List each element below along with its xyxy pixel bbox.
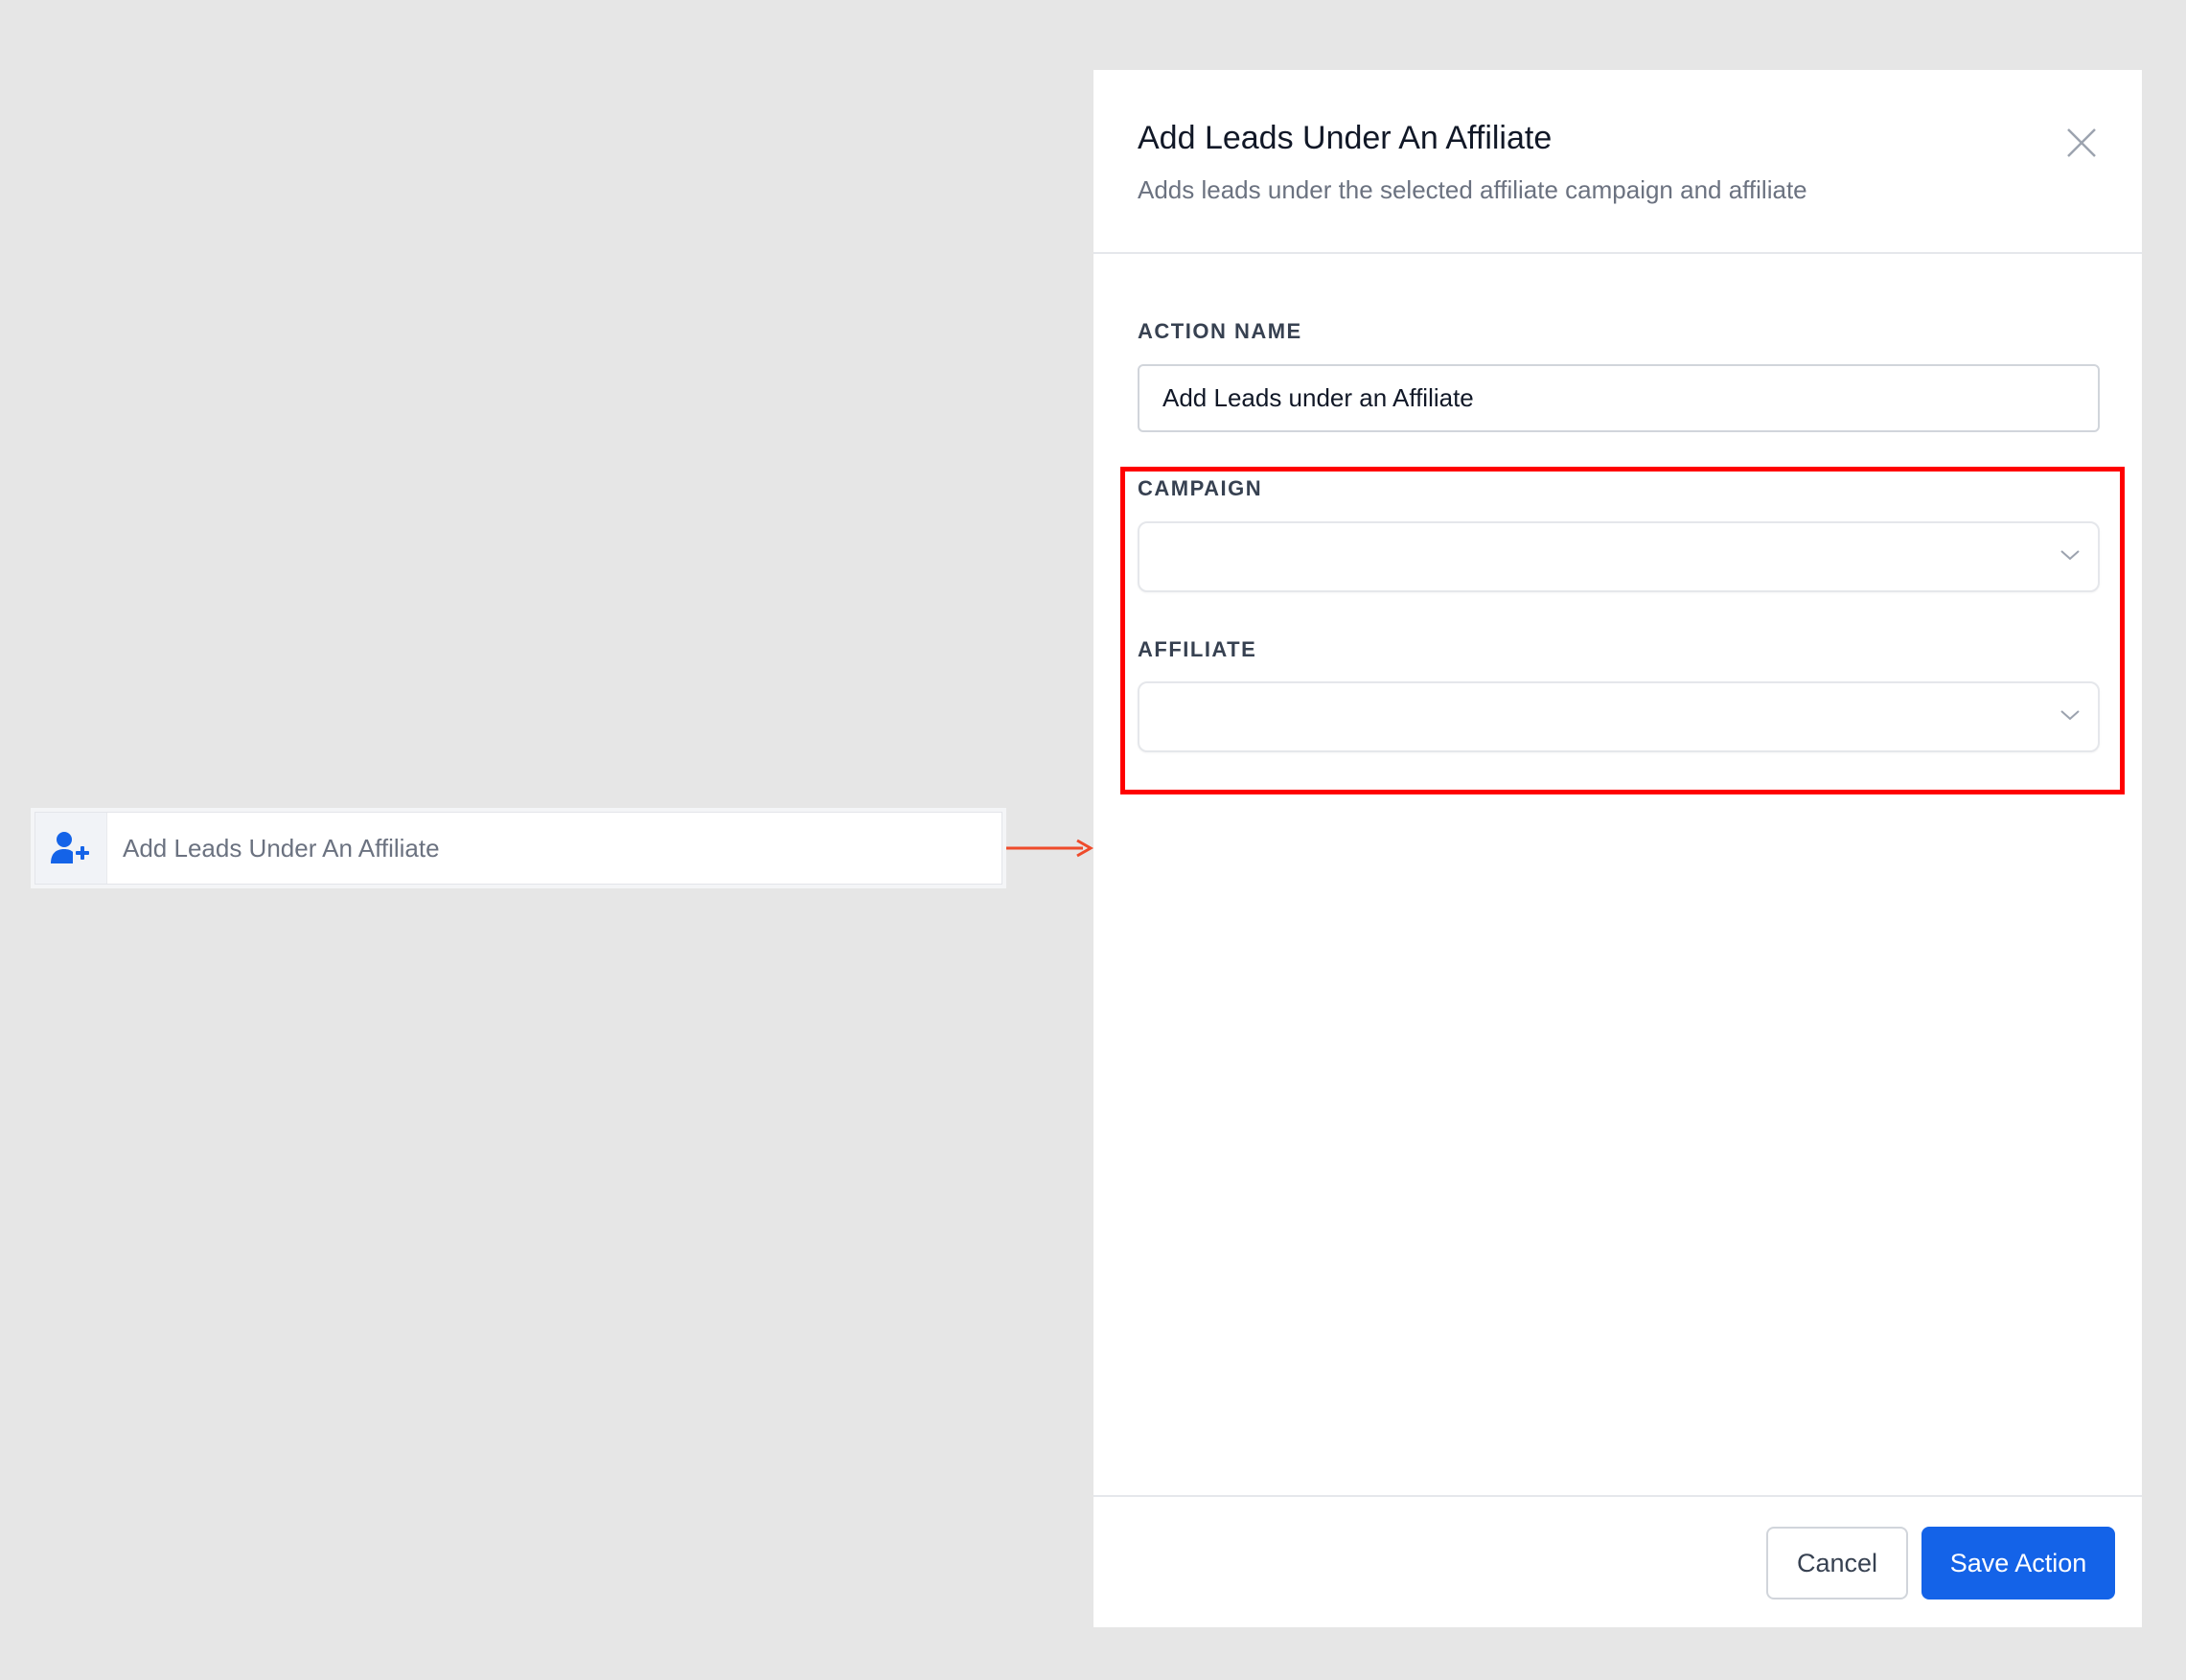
action-name-label: ACTION NAME [1138,319,1302,343]
action-item-card[interactable]: Add Leads Under An Affiliate [31,808,1006,888]
cancel-button[interactable]: Cancel [1766,1527,1908,1599]
panel-header: Add Leads Under An Affiliate Adds leads … [1093,70,2142,254]
connector-arrow-icon [1006,839,1094,858]
user-plus-icon [51,832,89,863]
close-icon [2067,128,2096,157]
panel-title: Add Leads Under An Affiliate [1138,120,1553,156]
campaign-select[interactable] [1138,521,2100,592]
affiliate-select[interactable] [1138,681,2100,752]
action-item[interactable]: Add Leads Under An Affiliate [35,812,1002,885]
panel-footer: Cancel Save Action [1093,1495,2142,1627]
chevron-down-icon [2060,550,2080,561]
action-settings-panel: Add Leads Under An Affiliate Adds leads … [1093,70,2142,1627]
action-item-label: Add Leads Under An Affiliate [123,833,440,863]
affiliate-label: AFFILIATE [1138,637,1257,661]
chevron-down-icon [2060,710,2080,721]
close-button[interactable] [2061,123,2102,163]
save-action-button[interactable]: Save Action [1921,1527,2115,1599]
campaign-label: CAMPAIGN [1138,476,1263,500]
panel-subtitle: Adds leads under the selected affiliate … [1138,175,1807,204]
action-icon-container [35,813,107,884]
action-name-input[interactable] [1138,364,2100,432]
